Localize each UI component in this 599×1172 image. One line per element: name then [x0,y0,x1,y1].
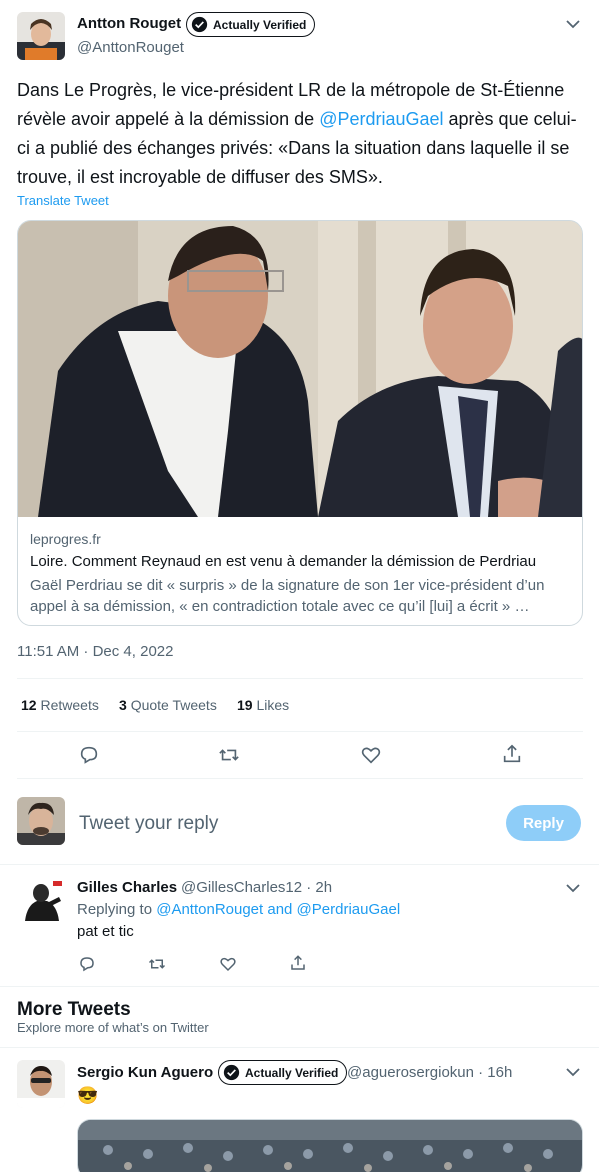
quotes-label: Quote Tweets [130,697,217,713]
reply-author-name[interactable]: Gilles Charles [77,879,177,896]
author-avatar[interactable] [17,12,65,60]
replying-to-links[interactable]: @AnttonRouget and @PerdriauGael [156,901,400,918]
author-name[interactable]: Antton Rouget [77,15,181,32]
reply-author-avatar[interactable] [17,877,65,925]
divider [0,986,599,987]
badge-label: Actually Verified [213,17,307,32]
reply-input[interactable]: Tweet your reply [79,813,218,835]
next-tweet-text: 😎 [77,1086,99,1105]
link-preview-card[interactable]: leprogres.fr Loire. Comment Reynaud en e… [17,220,583,626]
share-icon[interactable] [501,743,523,765]
likes-label: Likes [256,697,290,713]
translate-tweet-link[interactable]: Translate Tweet [17,193,109,208]
author-handle[interactable]: @AnttonRouget [77,39,184,56]
likes-count: 19 [237,697,253,713]
card-domain: leprogres.fr [30,531,101,547]
reply-icon[interactable] [78,744,100,766]
divider [0,864,599,865]
heart-icon[interactable] [219,955,237,973]
quotes-count: 3 [119,697,127,713]
retweet-icon[interactable] [148,955,166,973]
badge-label: Actually Verified [245,1065,339,1080]
next-tweet-media[interactable] [77,1119,583,1172]
verified-check-icon [223,1064,240,1081]
chevron-down-icon[interactable] [565,16,581,32]
likes-stat[interactable]: 19 Likes [237,697,289,713]
verified-check-icon [191,16,208,33]
replying-to: Replying to @AnttonRouget and @PerdriauG… [77,901,400,918]
heart-icon[interactable] [360,744,382,766]
next-author-handle[interactable]: @aguerosergiokun · 16h [347,1064,512,1081]
retweets-count: 12 [21,697,37,713]
chevron-down-icon[interactable] [565,1064,581,1080]
divider [0,1047,599,1048]
more-tweets-title: More Tweets [17,999,131,1020]
reply-button[interactable]: Reply [506,805,581,841]
replying-prefix: Replying to [77,901,157,918]
next-author-name[interactable]: Sergio Kun Aguero [77,1064,213,1081]
verified-badge: Actually Verified [218,1060,348,1085]
reply-author-handle[interactable]: @GillesCharles12 · 2h [181,879,332,896]
chevron-down-icon[interactable] [565,880,581,896]
verified-badge: Actually Verified [186,12,316,37]
divider [17,778,583,779]
next-author-avatar[interactable] [17,1060,65,1108]
user-avatar[interactable] [17,797,65,845]
divider [17,731,583,732]
quote-tweets-stat[interactable]: 3 Quote Tweets [119,697,217,713]
card-description: Gaël Perdriau se dit « surpris » de la s… [30,577,545,615]
retweets-stat[interactable]: 12 Retweets [21,697,99,713]
article-photo [18,221,582,517]
retweets-label: Retweets [40,697,99,713]
reply-icon[interactable] [78,955,96,973]
divider [17,678,583,679]
more-tweets-subtitle: Explore more of what’s on Twitter [17,1020,209,1035]
tweet-timestamp[interactable]: 11:51 AM · Dec 4, 2022 [17,643,173,660]
retweet-icon[interactable] [218,744,240,766]
mention-link[interactable]: @PerdriauGael [319,109,443,129]
reply-text: pat et tic [77,923,134,940]
share-icon[interactable] [289,954,307,972]
card-title: Loire. Comment Reynaud en est venu à dem… [30,553,537,570]
tweet-text: Dans Le Progrès, le vice-président LR de… [17,76,587,192]
